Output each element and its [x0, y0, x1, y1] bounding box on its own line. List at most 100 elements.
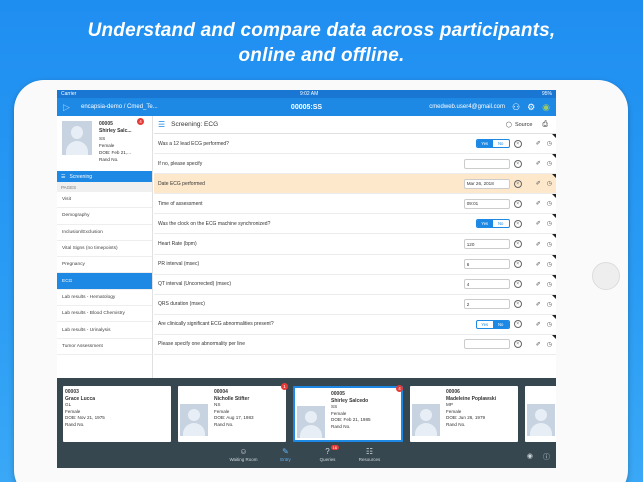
answer-control: 6 — [463, 259, 510, 270]
participant-name: Shirley Salc... — [99, 128, 132, 134]
user-email[interactable]: cmedweb.user4@gmail.com — [429, 104, 505, 110]
attachment-icon[interactable]: ✐ — [536, 220, 541, 227]
tab-waiting-room[interactable]: ☺ Waiting Room — [223, 444, 265, 468]
tab-resources[interactable]: ☷ Resources — [349, 444, 391, 468]
clear-icon[interactable]: × — [513, 199, 522, 208]
clear-icon[interactable]: × — [513, 260, 522, 269]
home-button[interactable] — [592, 262, 620, 290]
no-option[interactable]: No — [493, 140, 509, 147]
form-row: Was a 12 lead ECG performed? Yes No × ✐ ◷ — [154, 134, 556, 155]
sidebar-item[interactable]: Tumor Assessment — [57, 339, 152, 355]
participant-cards: 00003 Grace Lucca GL Female DOB: Nov 21, 197… — [63, 383, 556, 442]
attachment-icon[interactable]: ✐ — [536, 261, 541, 268]
history-icon[interactable]: ◷ — [547, 241, 552, 248]
card-badge: 4 — [396, 385, 403, 392]
clear-icon[interactable]: × — [513, 340, 522, 349]
question-label: Please specify one abnormality per line — [158, 341, 245, 348]
sidebar-item[interactable]: ECG — [57, 273, 152, 290]
history-icon[interactable]: ◷ — [547, 341, 552, 348]
sidebar-item[interactable]: Pregnancy — [57, 257, 152, 274]
form-row: Date ECG performed Mar 26, 2018 × ✐ ◷ — [154, 174, 556, 195]
history-icon[interactable]: ◷ — [547, 301, 552, 308]
sidebar-item[interactable]: Lab results - Hematology — [57, 290, 152, 307]
question-label: QRS duration (msec) — [158, 301, 205, 308]
answer-field[interactable]: 2 — [463, 299, 510, 310]
participant-card-mini[interactable]: 00006 Madeleine Poplawski MP Female DOB: Jun… — [410, 386, 518, 442]
sync-icon[interactable]: ◉ — [542, 102, 550, 113]
history-icon[interactable]: ◷ — [547, 140, 552, 147]
yes-no-toggle[interactable]: Yes No — [475, 219, 510, 229]
participant-card[interactable]: 4 00005 Shirley Salc... SS Female DOB: F… — [57, 116, 152, 171]
avatar — [62, 121, 92, 155]
history-icon[interactable]: ◷ — [547, 200, 552, 207]
bottom-tab-bar: ☺ Waiting Room ✎ Entry? Queries 16 ☷ Resources — [57, 444, 556, 468]
history-icon[interactable]: ◷ — [547, 281, 552, 288]
attachment-icon[interactable]: ✐ — [536, 140, 541, 147]
answer-control: 4 — [463, 279, 510, 290]
no-option[interactable]: No — [493, 220, 509, 227]
answer-field[interactable] — [463, 158, 510, 169]
answer-field[interactable] — [463, 339, 510, 350]
clear-icon[interactable]: × — [513, 219, 522, 228]
attachment-icon[interactable]: ✐ — [536, 180, 541, 187]
history-icon[interactable]: ◷ — [547, 180, 552, 187]
app-logo-icon[interactable]: ▷ — [63, 102, 73, 112]
tab-queries[interactable]: ? Queries 16 — [307, 444, 349, 468]
attachment-icon[interactable]: ✐ — [536, 160, 541, 167]
info-icon[interactable]: ⓘ — [543, 452, 550, 462]
attachment-icon[interactable]: ✐ — [536, 281, 541, 288]
gear-icon[interactable]: ⚙ — [527, 102, 535, 113]
clear-icon[interactable]: × — [513, 280, 522, 289]
answer-field[interactable]: 120 — [463, 239, 510, 250]
participant-card-mini[interactable]: 00004 Nicholle Stifter NS Female DOB: Aug 17… — [178, 383, 288, 442]
clear-icon[interactable]: × — [513, 179, 522, 188]
attachment-icon[interactable]: ✐ — [536, 301, 541, 308]
participant-card-info: 00004 Nicholle Stifter NS Female DOB: Aug 17… — [214, 389, 254, 428]
sidebar-item[interactable]: Lab results - Urinalysis — [57, 322, 152, 339]
attachment-icon[interactable]: ✐ — [536, 241, 541, 248]
clear-icon[interactable]: × — [513, 159, 522, 168]
sidebar-item[interactable]: Vital Signs (no timepoints) — [57, 241, 152, 258]
participant-card-mini[interactable]: 00005 Shirley Salcedo SS Female DOB: Feb 21,… — [293, 385, 403, 442]
yes-option[interactable]: Yes — [476, 140, 493, 148]
yes-no-toggle[interactable]: Yes No — [475, 319, 510, 329]
history-icon[interactable]: ◷ — [547, 160, 552, 167]
participant-card-mini[interactable]: 00007Chad ClydeCCMaleDOB: Apr 4,Rand No. — [525, 386, 556, 442]
answer-field[interactable]: 4 — [463, 279, 510, 290]
participant-card-mini[interactable]: 00003 Grace Lucca GL Female DOB: Nov 21, 197… — [63, 386, 171, 442]
answer-field[interactable]: Mar 26, 2018 — [463, 178, 510, 189]
section-selector[interactable]: ☰ Screening — [57, 171, 152, 182]
clear-icon[interactable]: × — [513, 320, 522, 329]
marketing-headline: Understand and compare data across parti… — [0, 18, 643, 68]
lock-icon[interactable]: ◉ — [527, 452, 533, 462]
yes-option[interactable]: Yes — [477, 321, 493, 328]
yes-option[interactable]: Yes — [476, 220, 493, 228]
clear-icon[interactable]: × — [513, 240, 522, 249]
participant-card-info: 00006 Madeleine Poplawski MP Female DOB: Jun… — [446, 389, 496, 428]
participant-initials: SS — [99, 136, 106, 141]
attachment-icon[interactable]: ✐ — [536, 321, 541, 328]
history-icon[interactable]: ◷ — [547, 261, 552, 268]
clear-icon[interactable]: × — [513, 300, 522, 309]
history-icon[interactable]: ◷ — [547, 220, 552, 227]
page-list: Visit Demography Inclusion/Exclusion Vital … — [57, 192, 152, 355]
sidebar-item[interactable]: Inclusion/Exclusion — [57, 225, 152, 241]
tab-entry[interactable]: ✎ Entry — [265, 444, 307, 468]
answer-field[interactable]: 09:01 — [463, 198, 510, 209]
attachment-icon[interactable]: ✐ — [536, 200, 541, 207]
history-icon[interactable]: ◷ — [547, 321, 552, 328]
print-icon[interactable]: ⎙ — [542, 121, 548, 129]
no-option[interactable]: No — [492, 320, 509, 328]
yes-no-toggle[interactable]: Yes No — [475, 139, 510, 149]
participant-dob: DOB: Feb 21,... — [99, 150, 131, 155]
answer-field[interactable]: 6 — [463, 259, 510, 270]
clear-icon[interactable]: × — [513, 139, 522, 148]
users-icon[interactable]: ⚇ — [512, 102, 520, 113]
attachment-icon[interactable]: ✐ — [536, 341, 541, 348]
source-toggle[interactable]: ◯ Source — [506, 122, 533, 128]
menu-icon[interactable]: ☰ — [158, 120, 165, 129]
sidebar-item[interactable]: Lab results - Blood Chemistry — [57, 306, 152, 323]
sidebar-item[interactable]: Visit — [57, 192, 152, 209]
sidebar-item[interactable]: Demography — [57, 208, 152, 225]
breadcrumb[interactable]: encapsia-demo / Cmed_Te... — [81, 104, 158, 110]
